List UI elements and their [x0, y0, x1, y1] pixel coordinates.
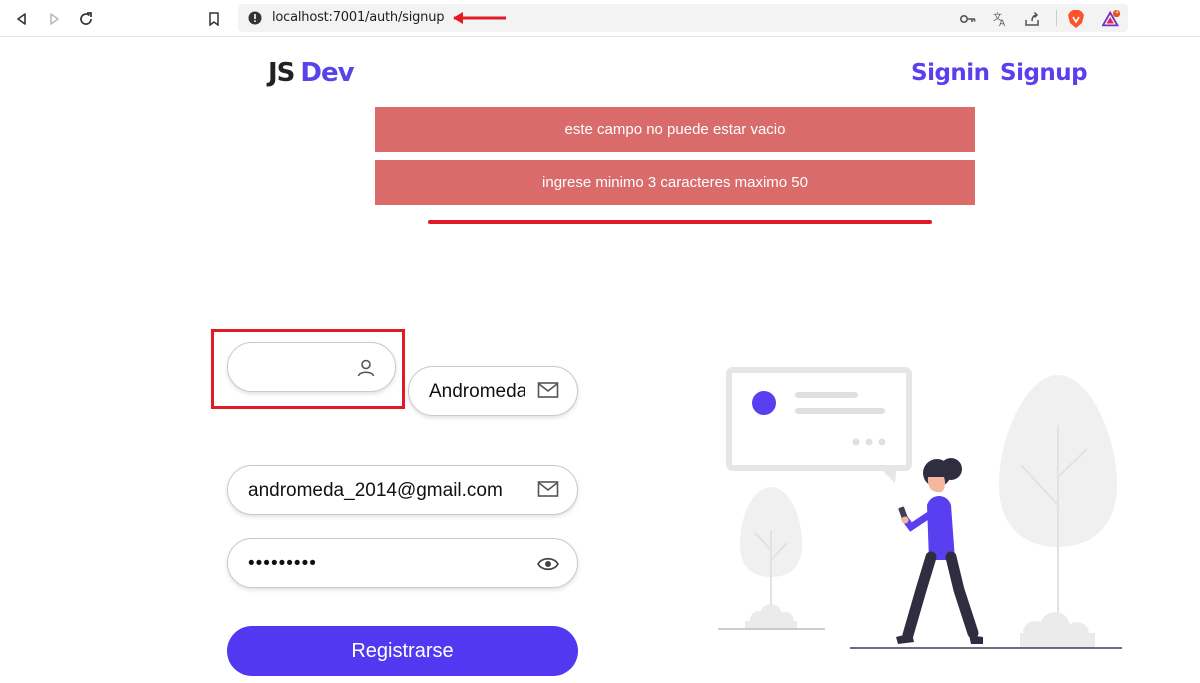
rewards-badge: 1 [1115, 8, 1119, 15]
brave-icon[interactable] [1066, 9, 1086, 29]
logo[interactable]: JS Dev [268, 58, 355, 88]
logo-dev: Dev [300, 58, 354, 88]
browser-toolbar: localhost:7001/auth/signup 文A 1 [0, 0, 1200, 37]
small-tree-illustration [718, 487, 825, 630]
woman-with-phone-illustration [896, 458, 983, 644]
password-field[interactable] [227, 538, 578, 588]
key-icon[interactable] [958, 9, 978, 29]
url-text: localhost:7001/auth/signup [272, 10, 445, 25]
logo-js: JS [268, 58, 295, 88]
nav-signup-link[interactable]: Signup [1000, 60, 1088, 86]
password-input[interactable] [248, 551, 488, 577]
error-alert: este campo no puede estar vacio [375, 107, 975, 152]
nav-signin-link[interactable]: Signin [911, 60, 990, 86]
annotation-underline [428, 220, 932, 224]
reload-icon[interactable] [76, 9, 96, 29]
error-alert: ingrese minimo 3 caracteres maximo 50 [375, 160, 975, 205]
toolbar-divider [1056, 10, 1057, 26]
register-button[interactable]: Registrarse [227, 626, 578, 676]
signup-illustration [718, 367, 1122, 649]
eye-icon[interactable] [536, 552, 560, 576]
email-field[interactable] [227, 465, 578, 515]
email-input[interactable] [248, 478, 523, 504]
forward-icon[interactable] [44, 9, 64, 29]
translate-icon[interactable]: 文A [990, 9, 1010, 29]
info-icon[interactable] [248, 11, 262, 30]
back-icon[interactable] [12, 9, 32, 29]
rewards-icon[interactable]: 1 [1102, 8, 1122, 29]
name-input[interactable] [429, 379, 525, 405]
bookmark-icon[interactable] [204, 9, 224, 29]
name-field[interactable] [408, 366, 578, 416]
username-input[interactable] [248, 355, 348, 381]
mail-icon [536, 477, 560, 501]
username-field[interactable] [227, 342, 396, 392]
address-bar[interactable]: localhost:7001/auth/signup 文A 1 [238, 4, 1128, 32]
svg-text:A: A [999, 19, 1006, 27]
user-icon [354, 356, 378, 380]
annotation-arrow [452, 11, 508, 30]
chat-card-illustration [726, 367, 912, 483]
share-icon[interactable] [1022, 9, 1042, 29]
mail-icon [536, 378, 560, 402]
